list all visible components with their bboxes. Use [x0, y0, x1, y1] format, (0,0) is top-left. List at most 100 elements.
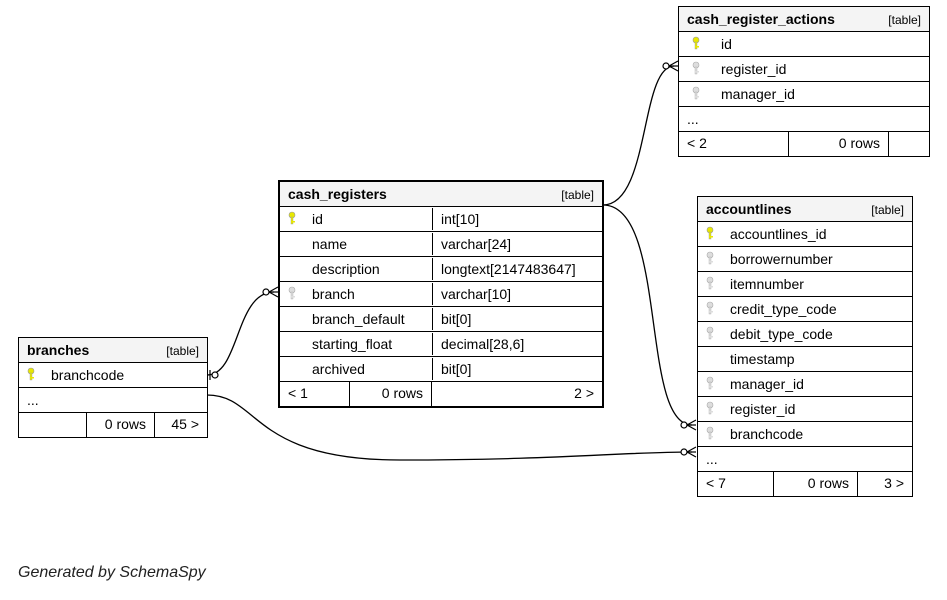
- column-type: varchar[24]: [432, 233, 602, 255]
- table-header: branches [table]: [19, 338, 207, 363]
- column-type: int[10]: [432, 208, 602, 230]
- table-name: branches: [27, 342, 89, 358]
- table-row: name varchar[24]: [280, 232, 602, 257]
- table-row: ...: [679, 107, 929, 132]
- table-row: itemnumber: [698, 272, 912, 297]
- column-name: branchcode: [722, 423, 912, 445]
- key-icon: [280, 341, 304, 347]
- key-icon: [698, 373, 722, 396]
- table-branches[interactable]: branches [table] branchcode ... 0 rows 4…: [18, 337, 208, 438]
- table-row: ...: [698, 447, 912, 472]
- column-name: register_id: [722, 398, 912, 420]
- table-row: credit_type_code: [698, 297, 912, 322]
- table-type: [table]: [871, 203, 904, 217]
- column-name: manager_id: [713, 83, 929, 105]
- table-type: [table]: [166, 344, 199, 358]
- table-header: cash_registers [table]: [280, 182, 602, 207]
- column-name: credit_type_code: [722, 298, 912, 320]
- ellipsis: ...: [698, 448, 912, 470]
- column-type: decimal[28,6]: [432, 333, 602, 355]
- table-type: [table]: [888, 13, 921, 27]
- table-row: debit_type_code: [698, 322, 912, 347]
- column-name: description: [304, 258, 432, 280]
- column-name: manager_id: [722, 373, 912, 395]
- table-row: borrowernumber: [698, 247, 912, 272]
- footer-in: [19, 413, 87, 437]
- table-row: branch varchar[10]: [280, 282, 602, 307]
- table-row: manager_id: [698, 372, 912, 397]
- table-row: id int[10]: [280, 207, 602, 232]
- key-icon: [679, 58, 713, 81]
- table-name: cash_registers: [288, 186, 387, 202]
- key-icon: [698, 323, 722, 346]
- column-type: longtext[2147483647]: [432, 258, 602, 280]
- ellipsis: ...: [679, 108, 929, 130]
- key-icon: [280, 283, 304, 306]
- column-name: id: [713, 33, 929, 55]
- column-type: bit[0]: [432, 308, 602, 330]
- key-icon: [698, 398, 722, 421]
- column-name: branch_default: [304, 308, 432, 330]
- table-header: cash_register_actions [table]: [679, 7, 929, 32]
- key-icon: [679, 33, 713, 56]
- table-footer: 0 rows 45 >: [19, 413, 207, 437]
- table-row: register_id: [698, 397, 912, 422]
- key-icon: [698, 223, 722, 246]
- table-name: accountlines: [706, 201, 792, 217]
- table-row: accountlines_id: [698, 222, 912, 247]
- key-icon: [280, 241, 304, 247]
- footer-in: < 7: [698, 472, 774, 496]
- table-name: cash_register_actions: [687, 11, 835, 27]
- column-name: starting_float: [304, 333, 432, 355]
- footer-out: 2 >: [432, 382, 602, 406]
- column-name: register_id: [713, 58, 929, 80]
- footer-in: < 1: [280, 382, 350, 406]
- column-type: bit[0]: [432, 358, 602, 380]
- table-type: [table]: [561, 188, 594, 202]
- table-header: accountlines [table]: [698, 197, 912, 222]
- key-icon: [679, 83, 713, 106]
- key-icon: [19, 364, 43, 387]
- table-row: starting_float decimal[28,6]: [280, 332, 602, 357]
- key-icon: [280, 266, 304, 272]
- column-name: name: [304, 233, 432, 255]
- table-cash-registers[interactable]: cash_registers [table] id int[10] name v…: [278, 180, 604, 408]
- table-row: archived bit[0]: [280, 357, 602, 382]
- column-type: varchar[10]: [432, 283, 602, 305]
- footer-rows: 0 rows: [774, 472, 858, 496]
- key-icon: [280, 208, 304, 231]
- footer-out: [889, 132, 929, 156]
- key-icon: [698, 423, 722, 446]
- table-row: description longtext[2147483647]: [280, 257, 602, 282]
- key-icon: [280, 316, 304, 322]
- footer-rows: 0 rows: [350, 382, 432, 406]
- column-name: branch: [304, 283, 432, 305]
- column-name: id: [304, 208, 432, 230]
- table-footer: < 2 0 rows: [679, 132, 929, 156]
- table-row: register_id: [679, 57, 929, 82]
- footer-out: 3 >: [858, 472, 912, 496]
- table-row: branchcode: [698, 422, 912, 447]
- key-icon: [698, 298, 722, 321]
- table-accountlines[interactable]: accountlines [table] accountlines_id bor…: [697, 196, 913, 497]
- column-name: branchcode: [43, 364, 207, 386]
- ellipsis: ...: [19, 389, 207, 411]
- table-footer: < 7 0 rows 3 >: [698, 472, 912, 496]
- column-name: itemnumber: [722, 273, 912, 295]
- footer-out: 45 >: [155, 413, 207, 437]
- table-row: branch_default bit[0]: [280, 307, 602, 332]
- table-cash-register-actions[interactable]: cash_register_actions [table] id registe…: [678, 6, 930, 157]
- table-row: id: [679, 32, 929, 57]
- key-icon: [698, 273, 722, 296]
- column-name: debit_type_code: [722, 323, 912, 345]
- column-name: borrowernumber: [722, 248, 912, 270]
- table-footer: < 1 0 rows 2 >: [280, 382, 602, 406]
- table-row: manager_id: [679, 82, 929, 107]
- table-row: ...: [19, 388, 207, 413]
- footer-rows: 0 rows: [789, 132, 889, 156]
- key-icon: [280, 366, 304, 372]
- table-row: branchcode: [19, 363, 207, 388]
- footer-rows: 0 rows: [87, 413, 155, 437]
- column-name: accountlines_id: [722, 223, 912, 245]
- column-name: archived: [304, 358, 432, 380]
